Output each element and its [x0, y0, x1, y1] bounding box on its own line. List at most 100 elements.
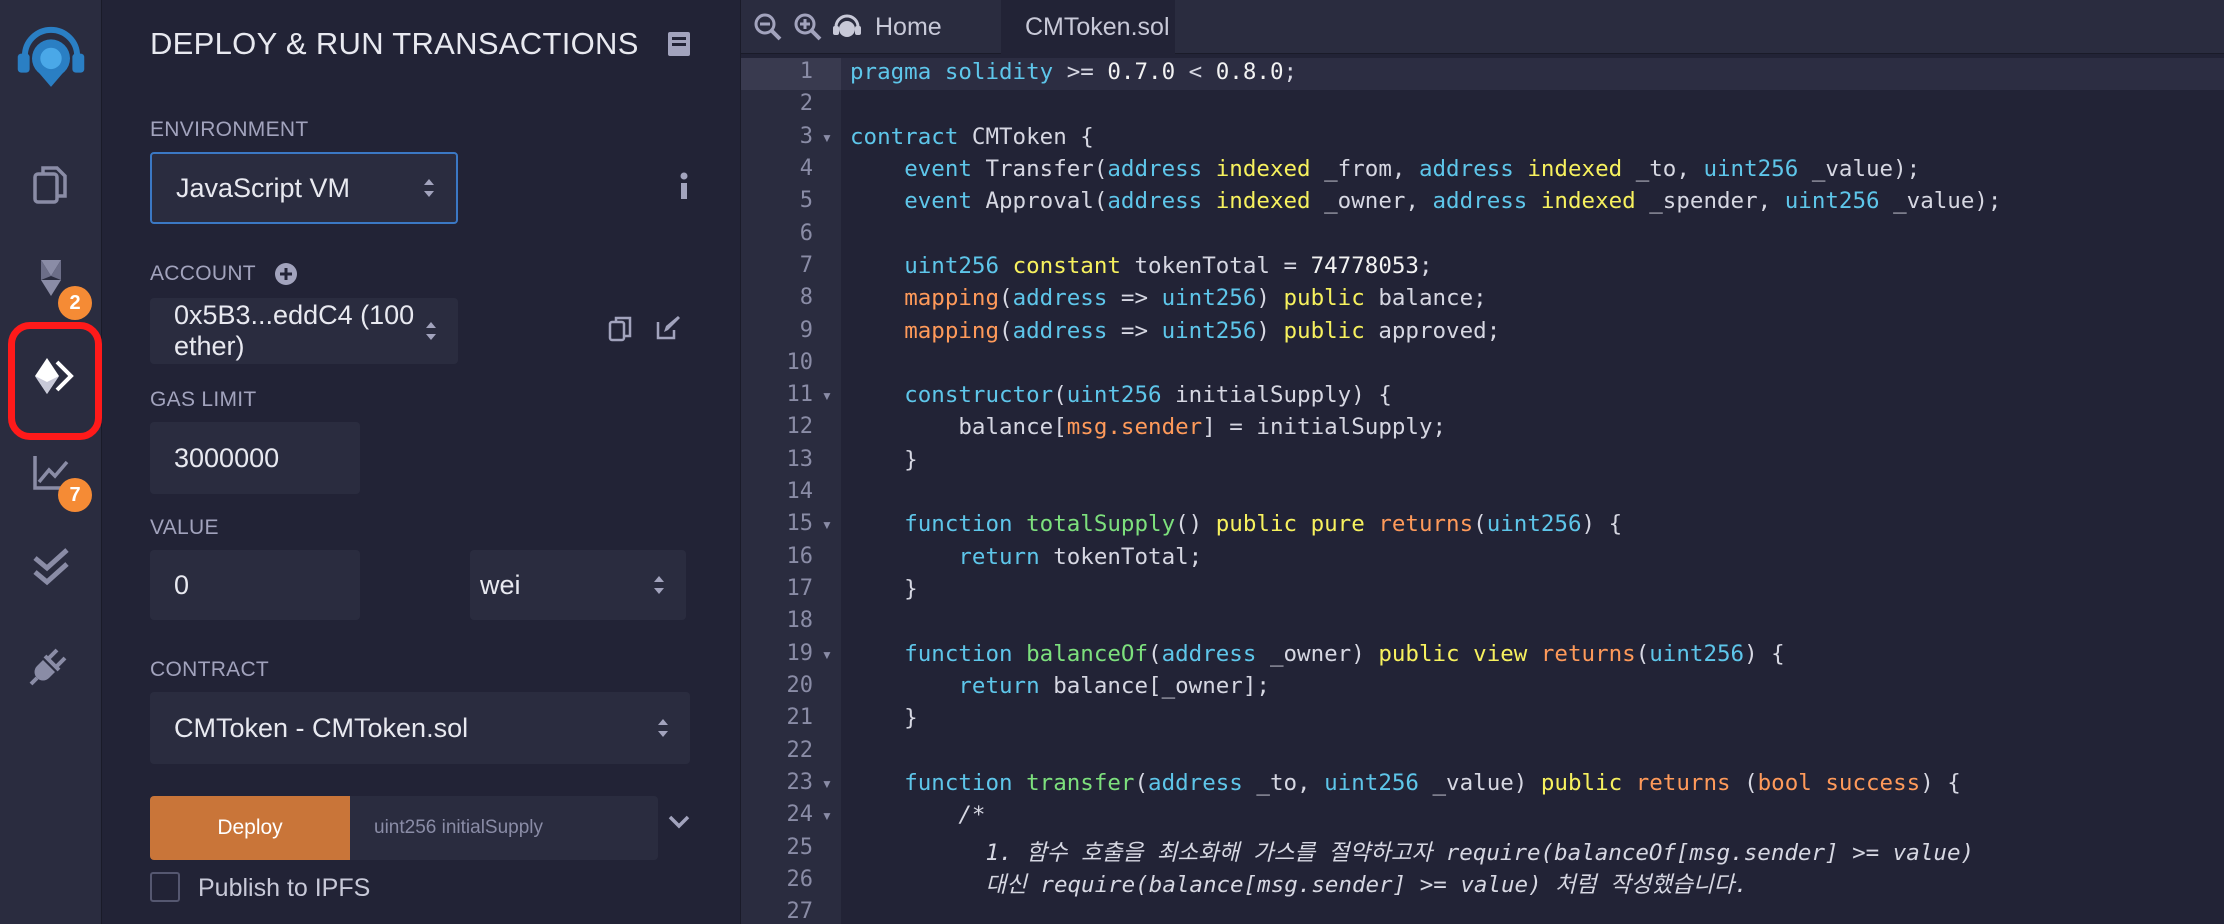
line-number: 3	[799, 123, 813, 149]
copy-address-icon[interactable]	[608, 316, 632, 344]
code-line: /*	[850, 802, 986, 829]
line-number: 24	[786, 802, 814, 828]
code-line: return tokenTotal;	[958, 543, 1203, 570]
line-number: 25	[786, 834, 814, 860]
edit-icon[interactable]	[654, 314, 682, 342]
icon-rail: 2 7	[0, 0, 102, 924]
code-line: }	[850, 705, 918, 732]
line-number: 6	[799, 220, 813, 246]
line-number: 11	[786, 382, 814, 408]
line-number: 9	[799, 317, 813, 343]
remix-home-icon	[833, 14, 861, 37]
code-line: function balanceOf(address _owner) publi…	[904, 640, 1785, 667]
code-line: event Approval(address indexed _owner, a…	[904, 188, 2002, 215]
code-line: constructor(uint256 initialSupply) {	[904, 382, 1392, 409]
publish-ipfs-checkbox[interactable]	[150, 872, 180, 902]
code-line: function totalSupply() public pure retur…	[904, 511, 1623, 538]
code-area[interactable]: pragma solidity >= 0.7.0 < 0.8.0; contrac…	[841, 58, 2224, 924]
code-line: pragma solidity >= 0.7.0 < 0.8.0;	[850, 59, 1298, 85]
line-number: 21	[786, 705, 814, 731]
value-label: VALUE	[150, 516, 219, 539]
select-arrows-icon	[654, 576, 664, 594]
tab-cmtoken[interactable]: CMToken.sol	[1001, 0, 1175, 54]
line-number: 22	[786, 737, 814, 763]
zoom-in-icon[interactable]	[793, 12, 823, 42]
environment-value: JavaScript VM	[176, 172, 351, 203]
code-editor: Home CMToken.sol 1 2 3 ▼ 4 5 6 7 8 9 10 11 ▼ 12 13 14 15…	[740, 0, 2224, 924]
plugin-manager-icon[interactable]	[0, 624, 102, 704]
unit-testing-icon[interactable]	[0, 528, 102, 608]
value-input[interactable]: 0	[150, 550, 360, 620]
line-number: 26	[786, 866, 814, 892]
fold-arrow-icon[interactable]: ▼	[821, 777, 833, 791]
tab-home[interactable]: Home	[831, 0, 981, 54]
contract-label: CONTRACT	[150, 658, 270, 681]
account-value: 0x5B3...eddC4 (100 ether)	[174, 300, 415, 361]
publish-ipfs-label: Publish to IPFS	[198, 874, 371, 902]
value-unit-select[interactable]: wei	[470, 550, 686, 620]
remix-logo-icon[interactable]	[0, 8, 102, 104]
code-line: function transfer(address _to, uint256 _…	[904, 769, 1961, 796]
code-line: balance[msg.sender] = initialSupply;	[850, 414, 1447, 441]
code-line: contract CMToken {	[850, 123, 1094, 150]
line-number: 14	[786, 479, 814, 505]
code-line: 1. 함수 호출을 최소화해 가스를 절약하고자 require(balance…	[850, 839, 1975, 866]
line-number-gutter: 1 2 3 ▼ 4 5 6 7 8 9 10 11 ▼ 12 13 14 15 ▼ 16 17 18 19 ▼ 20 21 22 2…	[741, 58, 841, 924]
select-arrows-icon	[658, 719, 668, 737]
code-line: }	[850, 446, 918, 473]
deploy-button[interactable]: Deploy	[150, 796, 350, 860]
fold-arrow-icon[interactable]: ▼	[821, 809, 833, 823]
line-number: 20	[786, 673, 814, 699]
documentation-icon[interactable]	[666, 30, 692, 58]
compiler-badge: 2	[58, 286, 92, 320]
constructor-arg-input[interactable]: uint256 initialSupply	[350, 796, 658, 860]
line-number: 17	[786, 576, 814, 602]
line-number: 15	[786, 511, 814, 537]
environment-select[interactable]: JavaScript VM	[150, 152, 458, 224]
environment-label: ENVIRONMENT	[150, 118, 309, 141]
analysis-badge: 7	[58, 478, 92, 512]
line-number: 16	[786, 543, 814, 569]
code-line: event Transfer(address indexed _from, ad…	[904, 155, 1921, 182]
line-number: 1	[799, 59, 813, 84]
line-number: 19	[786, 640, 814, 666]
contract-value: CMToken - CMToken.sol	[174, 712, 469, 743]
tab-home-label: Home	[875, 12, 942, 41]
fold-arrow-icon[interactable]: ▼	[821, 518, 833, 532]
gas-limit-label: GAS LIMIT	[150, 388, 257, 411]
line-number: 13	[786, 446, 814, 472]
contract-select[interactable]: CMToken - CMToken.sol	[150, 692, 690, 764]
active-plugin-highlight	[8, 322, 102, 440]
line-number: 8	[799, 285, 813, 311]
account-label: ACCOUNT	[150, 262, 256, 285]
line-number: 23	[786, 769, 814, 795]
fold-arrow-icon[interactable]: ▼	[821, 389, 833, 403]
info-icon[interactable]	[678, 172, 690, 200]
editor-tab-bar: Home CMToken.sol	[741, 0, 2224, 54]
code-line: uint256 constant tokenTotal = 74778053;	[904, 252, 1433, 279]
line-number: 7	[799, 252, 813, 278]
code-line: return balance[_owner];	[958, 673, 1270, 700]
code-line: mapping(address => uint256) public balan…	[904, 285, 1487, 312]
zoom-out-icon[interactable]	[753, 12, 783, 42]
line-number: 4	[799, 155, 813, 181]
line-number: 12	[786, 414, 814, 440]
code-line: mapping(address => uint256) public appro…	[904, 317, 1501, 344]
add-account-icon[interactable]	[274, 262, 298, 286]
panel-title: DEPLOY & RUN TRANSACTIONS	[150, 26, 639, 61]
line-number: 10	[786, 349, 814, 375]
chevron-down-icon[interactable]	[668, 814, 690, 830]
file-explorer-icon[interactable]	[0, 144, 102, 224]
deploy-run-panel: DEPLOY & RUN TRANSACTIONS ENVIRONMENT Ja…	[102, 0, 738, 924]
line-number: 18	[786, 608, 814, 634]
line-number: 2	[799, 91, 813, 117]
line-number: 5	[799, 188, 813, 214]
select-arrows-icon	[424, 179, 434, 197]
code-line: }	[850, 576, 918, 603]
fold-arrow-icon[interactable]: ▼	[821, 131, 833, 145]
select-arrows-icon	[426, 322, 436, 340]
tab-cmtoken-label: CMToken.sol	[1025, 12, 1170, 41]
gas-limit-input[interactable]: 3000000	[150, 422, 360, 494]
account-select[interactable]: 0x5B3...eddC4 (100 ether)	[150, 298, 458, 364]
fold-arrow-icon[interactable]: ▼	[821, 648, 833, 662]
